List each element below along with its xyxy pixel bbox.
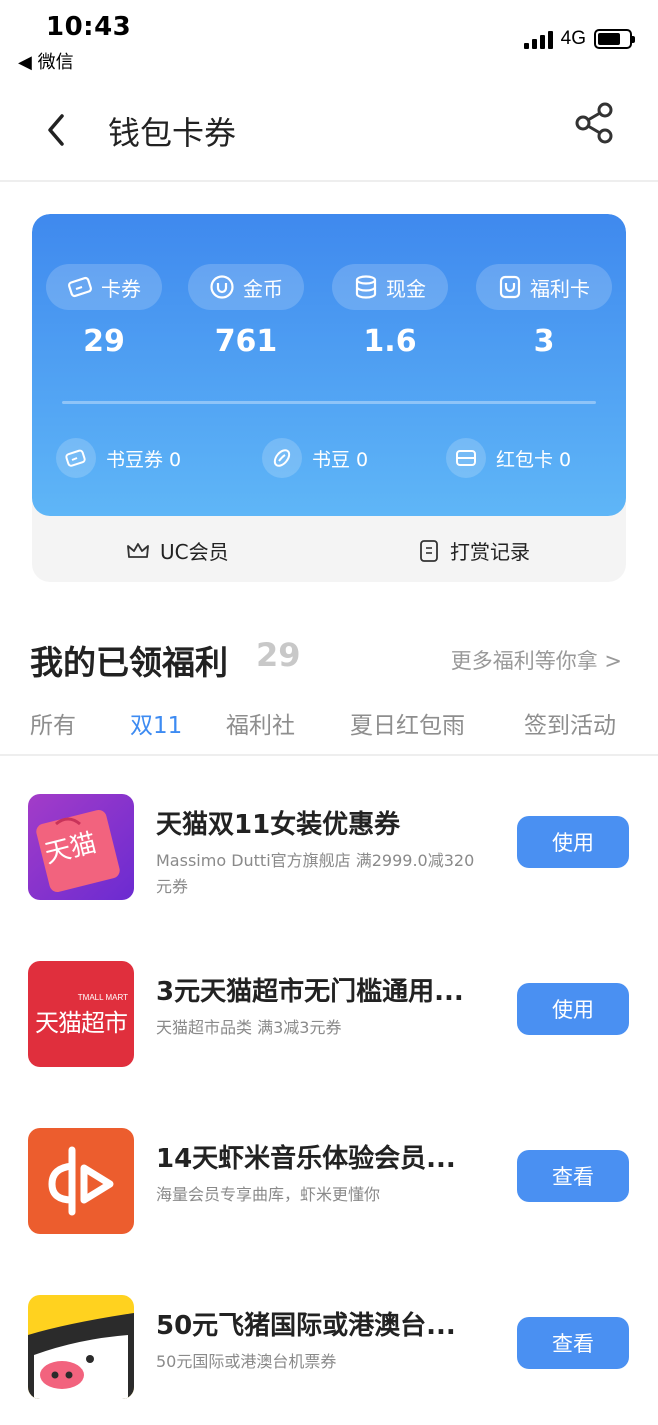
stat-value: 29 xyxy=(83,324,125,359)
view-button[interactable]: 查看 xyxy=(517,1317,629,1369)
signal-icon xyxy=(523,29,553,49)
chevron-left-icon xyxy=(48,114,64,146)
wallet-summary-card: 卡券 29 金币 761 现金 1.6 福利卡 3 书豆券 0 书豆 0 红包卡… xyxy=(32,214,626,582)
sub-label: 书豆券 0 xyxy=(106,448,182,471)
list-item[interactable]: 天猫 天猫双11女装优惠券 Massimo Dutti官方旗舰店 满2999.0… xyxy=(0,794,658,934)
stat-label: 福利卡 xyxy=(530,276,590,301)
list-item[interactable]: 14天虾米音乐体验会员... 海量会员专享曲库，虾米更懂你 查看 xyxy=(0,1128,658,1268)
stat-value: 3 xyxy=(533,324,555,359)
reward-record-icon xyxy=(420,539,438,562)
benefits-title: 我的已领福利 xyxy=(30,643,228,682)
ticket-icon xyxy=(68,276,92,298)
stat-label: 金币 xyxy=(243,276,283,301)
list-item[interactable]: TMALL MART 天猫超市 3元天猫超市无门槛通用... 天猫超市品类 满3… xyxy=(0,961,658,1101)
sub-bean[interactable]: 书豆 0 xyxy=(262,438,368,478)
wallet-summary-panel: 卡券 29 金币 761 现金 1.6 福利卡 3 书豆券 0 书豆 0 红包卡… xyxy=(32,214,626,516)
stat-coupons-label: 卡券 xyxy=(46,264,162,310)
reward-record-label: 打赏记录 xyxy=(450,540,530,564)
tab-summer-red-packet-rain[interactable]: 夏日红包雨 xyxy=(350,706,465,740)
bean-ticket-icon xyxy=(56,438,96,478)
sub-red-packet-card[interactable]: 红包卡 0 xyxy=(446,438,571,478)
stat-value: 1.6 xyxy=(363,324,417,359)
stat-gold-coins-label: 金币 xyxy=(188,264,304,310)
share-icon xyxy=(575,102,613,144)
share-button[interactable] xyxy=(574,102,616,144)
reward-record-link[interactable]: 打赏记录 xyxy=(418,536,530,565)
item-description: 50元国际或港澳台机票券 xyxy=(156,1352,337,1371)
crown-icon xyxy=(127,542,149,558)
network-type: 4G xyxy=(560,28,586,49)
card-divider xyxy=(62,401,596,404)
bean-icon xyxy=(262,438,302,478)
item-description: 海量会员专享曲库，虾米更懂你 xyxy=(156,1185,381,1204)
uc-member-link[interactable]: UC会员 xyxy=(126,536,229,565)
thumbnail-label: 天猫超市 xyxy=(35,1009,128,1037)
stat-coupons[interactable]: 卡券 29 xyxy=(46,264,162,359)
tmall-coupon-thumbnail: 天猫 xyxy=(28,794,134,900)
use-button[interactable]: 使用 xyxy=(517,983,629,1035)
sub-label: 红包卡 0 xyxy=(496,448,572,471)
welfare-card-icon xyxy=(499,275,521,299)
stat-value: 761 xyxy=(214,324,278,359)
benefits-count: 29 xyxy=(256,636,301,674)
back-button[interactable] xyxy=(42,112,70,148)
list-item[interactable]: 50元飞猪国际或港澳台... 50元国际或港澳台机票券 查看 xyxy=(0,1295,658,1425)
benefit-tabs: 所有 双11 福利社 夏日红包雨 签到活动 xyxy=(0,700,658,756)
use-button[interactable]: 使用 xyxy=(517,816,629,868)
tab-double-11[interactable]: 双11 xyxy=(130,706,182,740)
stat-gold-coins[interactable]: 金币 761 xyxy=(188,264,304,359)
fliggy-pig-icon xyxy=(28,1313,134,1399)
status-time: 10:43 xyxy=(46,12,132,42)
item-title: 14天虾米音乐体验会员... xyxy=(156,1144,456,1174)
sub-label: 书豆 0 xyxy=(312,448,369,471)
tmall-mart-thumbnail: TMALL MART 天猫超市 xyxy=(28,961,134,1067)
item-title: 天猫双11女装优惠券 xyxy=(156,810,401,840)
battery-icon xyxy=(594,29,635,49)
stat-welfare-card-label: 福利卡 xyxy=(476,264,612,310)
stat-label: 现金 xyxy=(386,276,426,301)
uc-member-label: UC会员 xyxy=(160,540,229,564)
xiami-logo-icon xyxy=(48,1146,114,1216)
tab-all[interactable]: 所有 xyxy=(30,706,76,740)
nav-bar: 钱包卡券 xyxy=(0,80,658,182)
stat-welfare-card[interactable]: 福利卡 3 xyxy=(476,264,612,359)
cash-icon xyxy=(355,275,377,299)
view-button[interactable]: 查看 xyxy=(517,1150,629,1202)
item-description: 天猫超市品类 满3减3元券 xyxy=(156,1018,342,1037)
item-description: Massimo Dutti官方旗舰店 满2999.0减320元券 xyxy=(156,851,475,896)
page-title: 钱包卡券 xyxy=(108,114,237,152)
tab-check-in[interactable]: 签到活动 xyxy=(524,706,616,740)
card-links: UC会员 打赏记录 xyxy=(32,516,626,582)
sub-bean-ticket[interactable]: 书豆券 0 xyxy=(56,438,181,478)
xiami-music-thumbnail xyxy=(28,1128,134,1234)
more-benefits-link[interactable]: 更多福利等你拿 > xyxy=(451,645,622,675)
coin-icon xyxy=(210,275,234,299)
stat-label: 卡券 xyxy=(101,276,141,301)
stat-cash-label: 现金 xyxy=(332,264,448,310)
fliggy-thumbnail xyxy=(28,1295,134,1399)
status-indicators: 4G xyxy=(523,28,635,50)
red-packet-card-icon xyxy=(446,438,486,478)
thumbnail-small-label: TMALL MART xyxy=(77,993,128,1002)
back-to-wechat-link[interactable]: ◀ 微信 xyxy=(18,48,74,74)
tab-welfare-club[interactable]: 福利社 xyxy=(226,706,295,740)
status-bar: 10:43 ◀ 微信 4G xyxy=(0,0,658,80)
stat-cash[interactable]: 现金 1.6 xyxy=(332,264,448,359)
item-title: 3元天猫超市无门槛通用... xyxy=(156,977,464,1007)
item-title: 50元飞猪国际或港澳台... xyxy=(156,1311,456,1341)
